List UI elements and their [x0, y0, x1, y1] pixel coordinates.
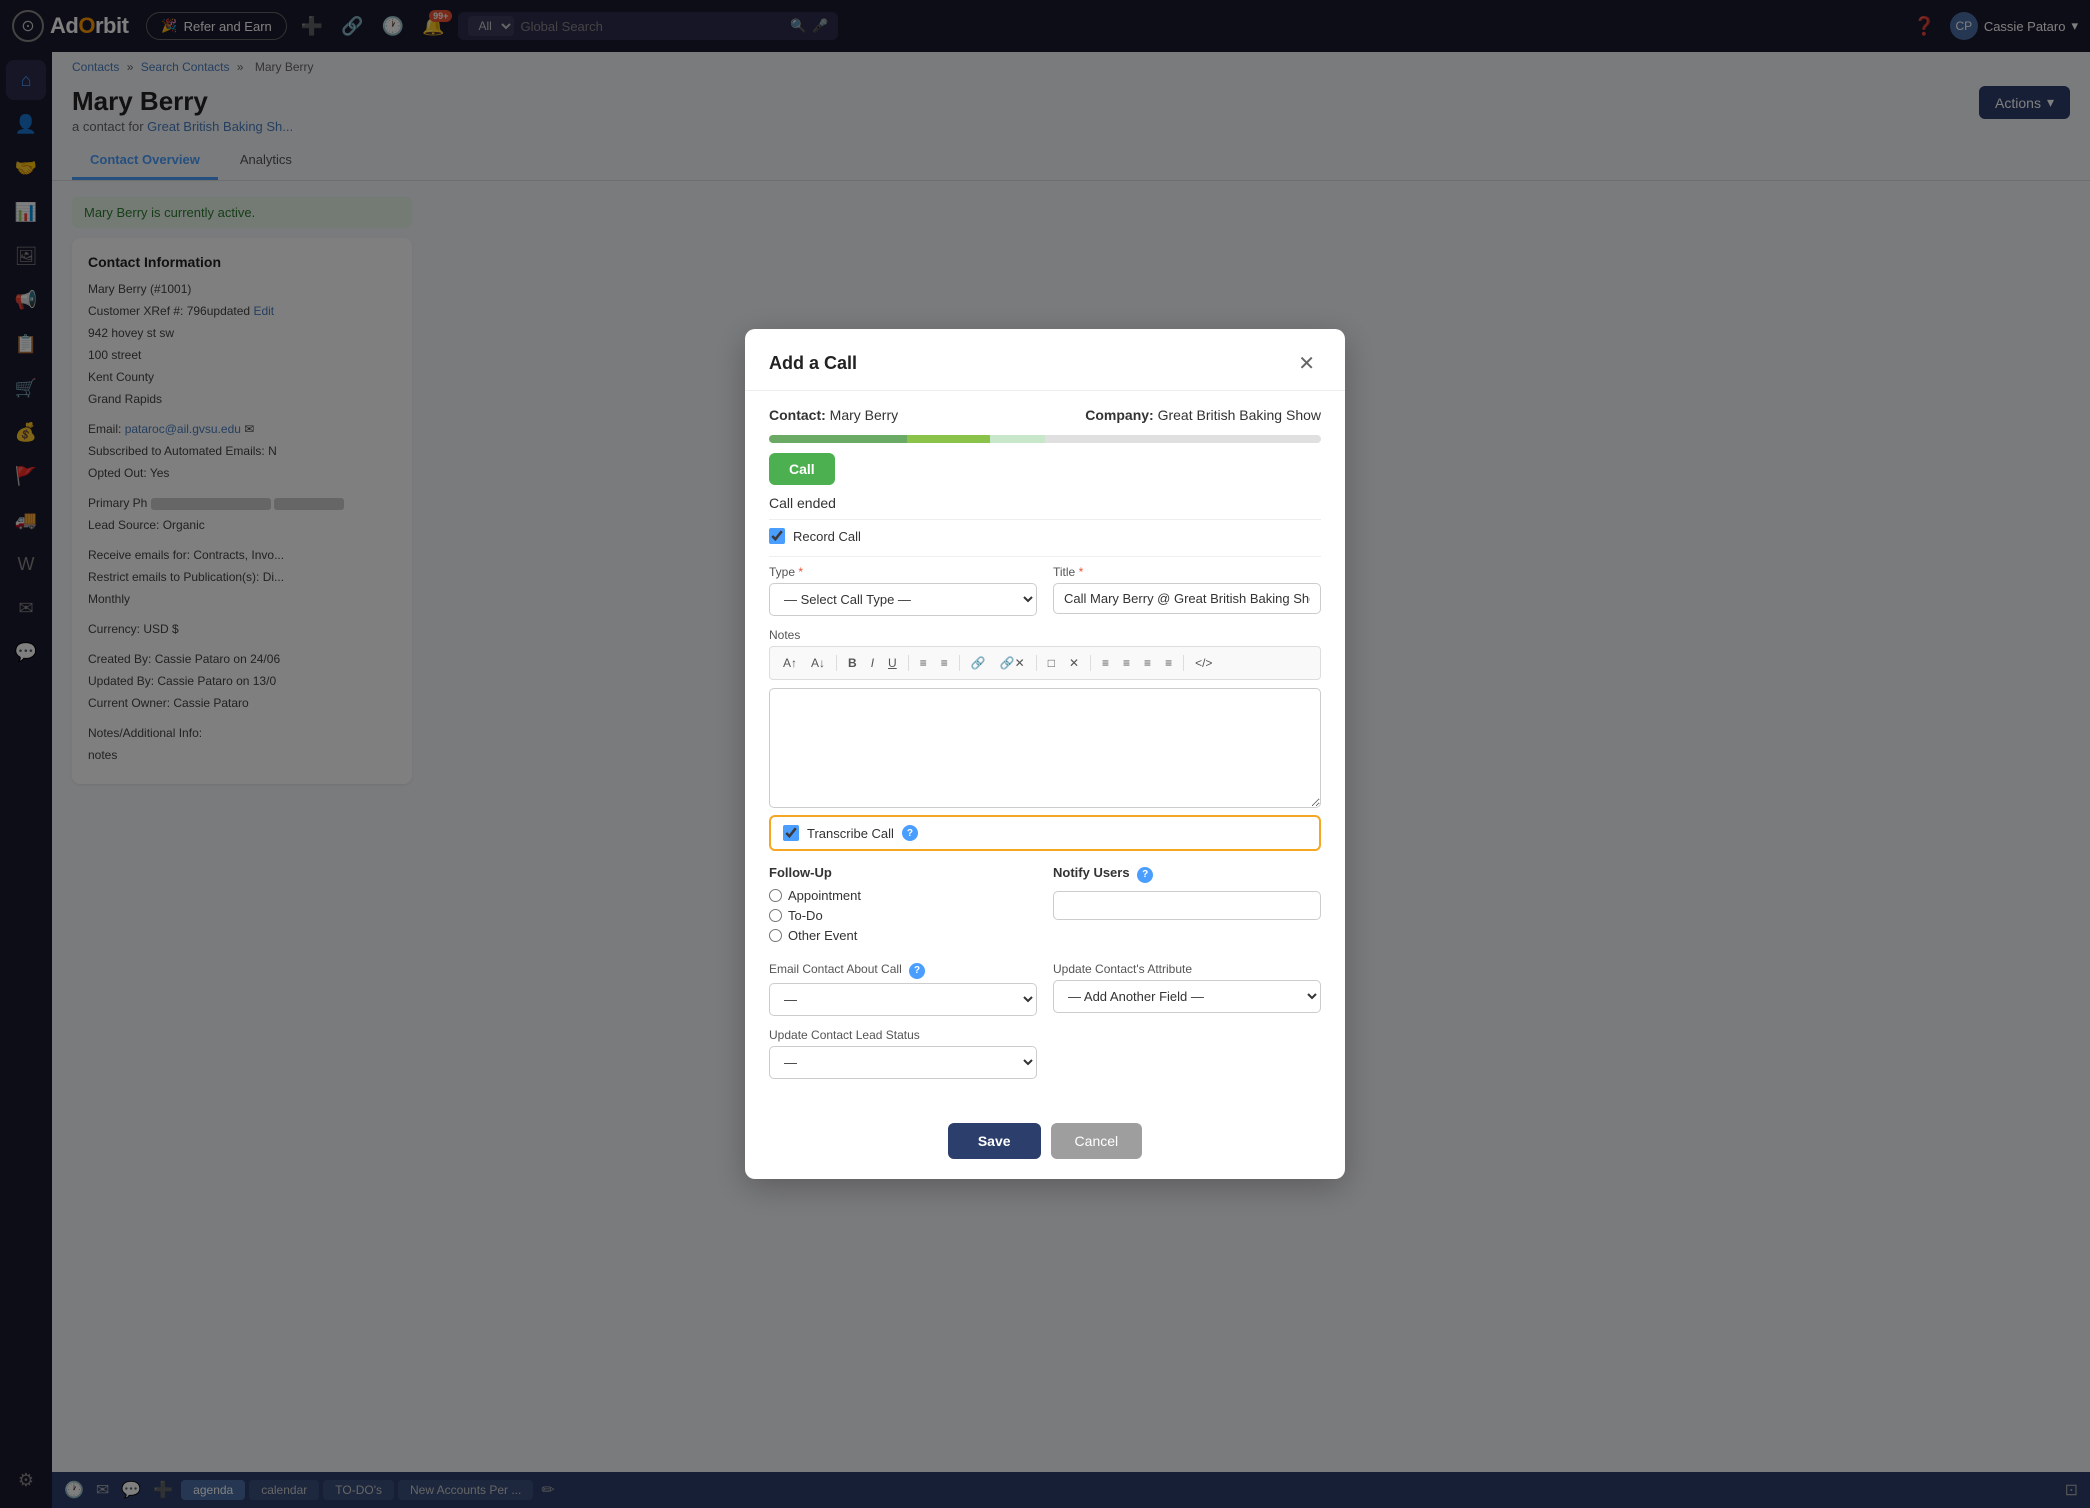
toolbar-font-size-down[interactable]: A↓	[806, 653, 830, 673]
followup-appointment-label: Appointment	[788, 888, 861, 903]
followup-other-radio[interactable]	[769, 929, 782, 942]
followup-todo-radio[interactable]	[769, 909, 782, 922]
update-lead-select[interactable]: —	[769, 1046, 1037, 1079]
notes-label: Notes	[769, 628, 1321, 642]
toolbar-sep3	[959, 655, 960, 671]
toolbar-underline[interactable]: U	[883, 653, 902, 673]
record-call-label: Record Call	[793, 529, 861, 544]
modal-close-button[interactable]: ✕	[1292, 349, 1321, 378]
email-contact-help-icon[interactable]: ?	[909, 963, 925, 979]
modal-contact-label: Contact:	[769, 407, 826, 423]
notes-field: Notes A↑ A↓ B I U ≡ ≡ 🔗 🔗✕ □	[769, 628, 1321, 811]
update-attribute-label: Update Contact's Attribute	[1053, 962, 1321, 976]
toolbar-image[interactable]: □	[1043, 653, 1060, 673]
toolbar-list-ul[interactable]: ≡	[915, 653, 932, 673]
type-title-row: Type * — Select Call Type — Inbound Outb…	[769, 565, 1321, 616]
modal-contact-row: Contact: Mary Berry Company: Great Briti…	[769, 407, 1321, 423]
add-call-modal: Add a Call ✕ Contact: Mary Berry Company…	[745, 329, 1345, 1179]
toolbar-align-right[interactable]: ≡	[1139, 653, 1156, 673]
progress-seg3	[990, 435, 1045, 443]
transcribe-help-icon[interactable]: ?	[902, 825, 918, 841]
email-contact-label: Email Contact About Call ?	[769, 962, 1037, 979]
transcribe-call-label: Transcribe Call	[807, 826, 894, 841]
title-input[interactable]	[1053, 583, 1321, 614]
followup-appointment-row: Appointment	[769, 888, 1037, 903]
record-call-row: Record Call	[769, 528, 1321, 544]
email-contact-select[interactable]: — Yes No	[769, 983, 1037, 1016]
modal-body: Contact: Mary Berry Company: Great Briti…	[745, 391, 1345, 1111]
title-field: Title *	[1053, 565, 1321, 616]
followup-appointment-radio[interactable]	[769, 889, 782, 902]
modal-footer: Save Cancel	[745, 1111, 1345, 1179]
modal-contact-value: Mary Berry	[830, 407, 898, 423]
call-button[interactable]: Call	[769, 453, 835, 485]
modal-overlay: Add a Call ✕ Contact: Mary Berry Company…	[0, 0, 2090, 1508]
toolbar-sep5	[1090, 655, 1091, 671]
type-label: Type *	[769, 565, 1037, 579]
modal-company-label: Company:	[1085, 407, 1153, 423]
followup-other-row: Other Event	[769, 928, 1037, 943]
record-call-checkbox[interactable]	[769, 528, 785, 544]
toolbar-align-justify[interactable]: ≡	[1160, 653, 1177, 673]
toolbar-source[interactable]: </>	[1190, 653, 1217, 673]
notify-label: Notify Users ?	[1053, 865, 1321, 883]
toolbar-bold[interactable]: B	[843, 653, 862, 673]
cancel-button[interactable]: Cancel	[1051, 1123, 1143, 1159]
toolbar-remove-format[interactable]: ✕	[1064, 653, 1084, 673]
call-ended-text: Call ended	[769, 495, 1321, 511]
notify-users-input[interactable]	[1053, 891, 1321, 920]
toolbar-align-left[interactable]: ≡	[1097, 653, 1114, 673]
call-progress-bar	[769, 435, 1321, 443]
update-attribute-select[interactable]: — Add Another Field —	[1053, 980, 1321, 1013]
update-attribute-field: Update Contact's Attribute — Add Another…	[1053, 962, 1321, 1016]
editor-toolbar: A↑ A↓ B I U ≡ ≡ 🔗 🔗✕ □ ✕ ≡	[769, 646, 1321, 680]
notify-help-icon[interactable]: ?	[1137, 867, 1153, 883]
followup-todo-row: To-Do	[769, 908, 1037, 923]
progress-seg1	[769, 435, 907, 443]
type-select[interactable]: — Select Call Type — Inbound Outbound Co…	[769, 583, 1037, 616]
bottom-fields: Email Contact About Call ? — Yes No Upda…	[769, 962, 1321, 1016]
toolbar-align-center[interactable]: ≡	[1118, 653, 1135, 673]
toolbar-font-size-up[interactable]: A↑	[778, 653, 802, 673]
toolbar-sep4	[1036, 655, 1037, 671]
followup-label: Follow-Up	[769, 865, 1037, 880]
followup-todo-label: To-Do	[788, 908, 823, 923]
notes-textarea[interactable]	[769, 688, 1321, 808]
progress-seg2	[907, 435, 990, 443]
type-field: Type * — Select Call Type — Inbound Outb…	[769, 565, 1037, 616]
email-contact-field: Email Contact About Call ? — Yes No	[769, 962, 1037, 1016]
notify-col: Notify Users ?	[1053, 865, 1321, 948]
toolbar-sep1	[836, 655, 837, 671]
title-label: Title *	[1053, 565, 1321, 579]
toolbar-italic[interactable]: I	[866, 653, 879, 673]
save-button[interactable]: Save	[948, 1123, 1041, 1159]
followup-section: Follow-Up Appointment To-Do Other Event	[769, 865, 1321, 948]
toolbar-sep6	[1183, 655, 1184, 671]
transcribe-call-checkbox[interactable]	[783, 825, 799, 841]
modal-title: Add a Call	[769, 353, 857, 374]
update-lead-field: Update Contact Lead Status —	[769, 1028, 1037, 1079]
update-lead-label: Update Contact Lead Status	[769, 1028, 1037, 1042]
toolbar-unlink[interactable]: 🔗✕	[995, 653, 1030, 673]
toolbar-list-ol[interactable]: ≡	[936, 653, 953, 673]
modal-company-value: Great British Baking Show	[1158, 407, 1321, 423]
transcribe-call-row: Transcribe Call ?	[769, 815, 1321, 851]
toolbar-sep2	[908, 655, 909, 671]
followup-col: Follow-Up Appointment To-Do Other Event	[769, 865, 1037, 948]
toolbar-link[interactable]: 🔗	[966, 653, 991, 673]
modal-header: Add a Call ✕	[745, 329, 1345, 391]
followup-other-label: Other Event	[788, 928, 857, 943]
